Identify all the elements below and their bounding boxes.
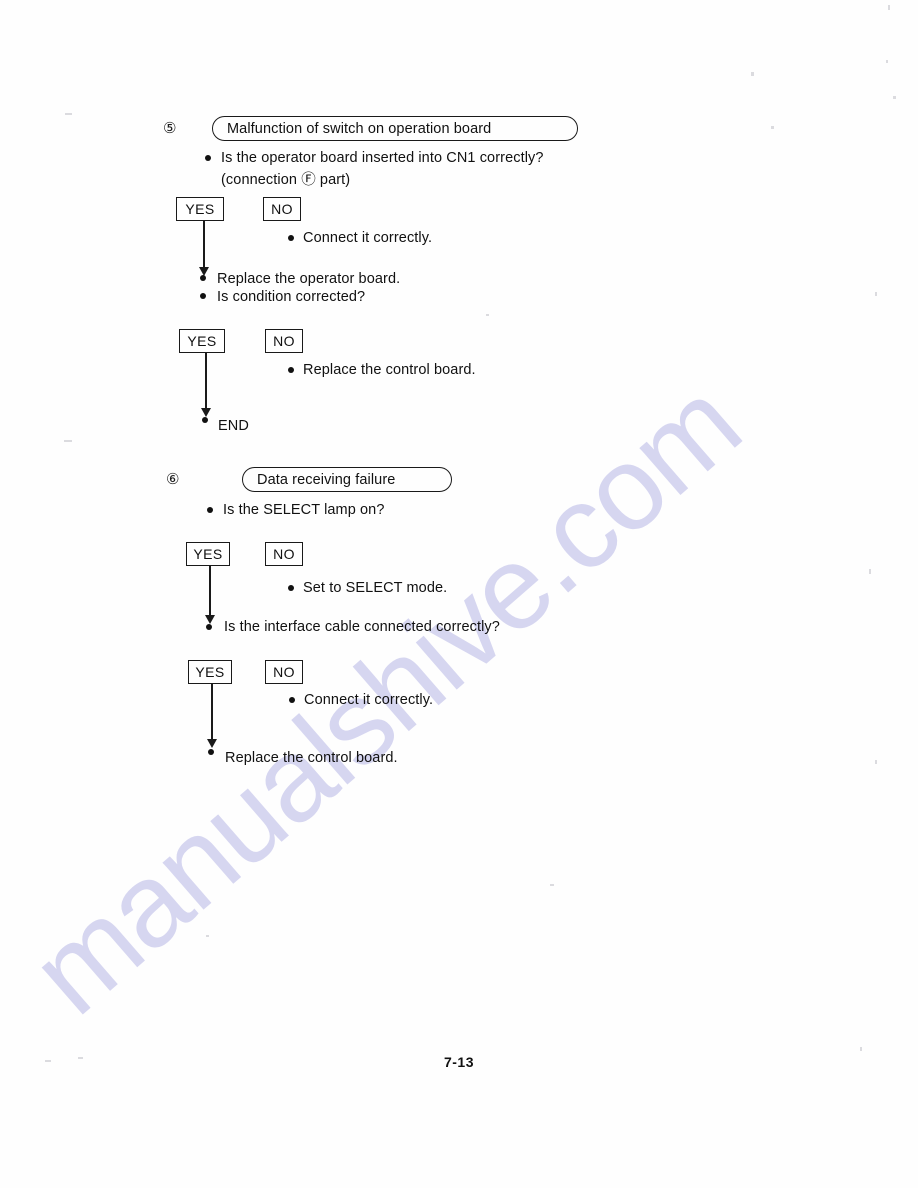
- bullet-marker: [208, 749, 214, 755]
- flow-connector-line: [205, 353, 207, 412]
- action-text: Replace the control board.: [303, 362, 476, 378]
- bullet-marker: [207, 507, 213, 513]
- scan-speckle: [860, 1047, 862, 1051]
- decision-yes-box[interactable]: YES: [188, 660, 232, 684]
- action-text: Connect it correctly.: [304, 692, 434, 708]
- section-title-capsule-5: Malfunction of switch on operation board: [212, 116, 578, 141]
- scan-speckle: [65, 113, 72, 115]
- decision-yes-box[interactable]: YES: [186, 542, 230, 566]
- scan-speckle: [771, 126, 774, 129]
- flow-connector-line: [203, 221, 205, 271]
- scan-speckle: [550, 884, 554, 886]
- scan-speckle: [206, 935, 209, 937]
- scan-speckle: [486, 314, 489, 316]
- bullet-marker: [200, 275, 206, 281]
- section-marker-6: ⑥: [166, 470, 180, 488]
- scan-speckle: [886, 60, 888, 63]
- flow-arrowhead-icon: [205, 615, 215, 624]
- scan-speckle: [875, 292, 877, 296]
- bullet-marker: [202, 417, 208, 423]
- question-continuation-text: (connection Ⓕ part): [221, 172, 351, 188]
- flow-connector-line: [211, 684, 213, 743]
- decision-no-box[interactable]: NO: [265, 660, 303, 684]
- flow-connector-line: [209, 566, 211, 620]
- scan-speckle: [875, 760, 877, 764]
- action-text: Set to SELECT mode.: [303, 580, 448, 596]
- page-number: 7-13: [443, 1054, 475, 1070]
- decision-no-box[interactable]: NO: [265, 542, 303, 566]
- bullet-marker: [205, 155, 211, 161]
- scan-speckle: [893, 96, 896, 99]
- scan-speckle: [869, 569, 871, 574]
- question-text: Is condition corrected?: [217, 289, 366, 305]
- flow-arrowhead-icon: [201, 408, 211, 417]
- terminal-text: END: [218, 418, 249, 434]
- section-title-capsule-6: Data receiving failure: [242, 467, 452, 492]
- scan-speckle: [888, 5, 890, 10]
- action-text: Replace the operator board.: [217, 271, 401, 287]
- flow-arrowhead-icon: [207, 739, 217, 748]
- decision-no-box[interactable]: NO: [263, 197, 301, 221]
- bullet-marker: [288, 585, 294, 591]
- question-text: Is the interface cable connected correct…: [224, 619, 500, 635]
- bullet-marker: [288, 235, 294, 241]
- scanned-manual-page: manualshive.com ⑤ Malfunction of switch …: [0, 0, 918, 1188]
- bullet-marker: [289, 697, 295, 703]
- question-text: Is the operator board inserted into CN1 …: [221, 150, 544, 166]
- bullet-marker: [200, 293, 206, 299]
- bullet-marker: [288, 367, 294, 373]
- bullet-marker: [206, 624, 212, 630]
- question-text: Is the SELECT lamp on?: [223, 502, 385, 518]
- decision-yes-box[interactable]: YES: [176, 197, 224, 221]
- decision-yes-box[interactable]: YES: [179, 329, 225, 353]
- decision-no-box[interactable]: NO: [265, 329, 303, 353]
- action-text: Connect it correctly.: [303, 230, 433, 246]
- scan-speckle: [751, 72, 754, 76]
- scan-speckle: [64, 440, 72, 442]
- action-text: Replace the control board.: [225, 750, 398, 766]
- section-marker-5: ⑤: [163, 119, 177, 137]
